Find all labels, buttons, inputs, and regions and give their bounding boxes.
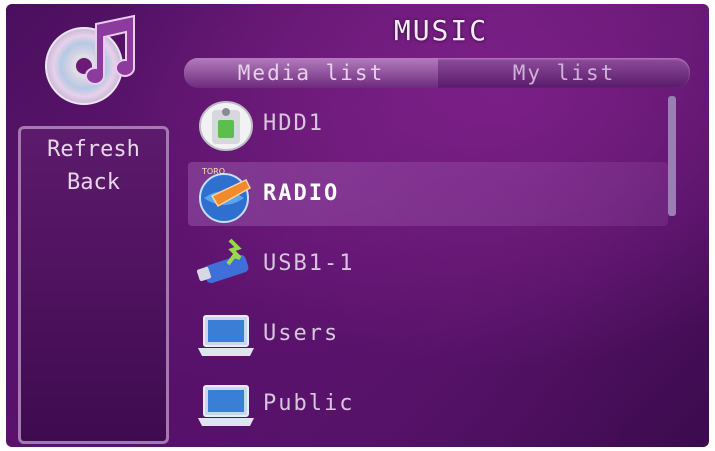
list-item-label: Public xyxy=(263,391,355,416)
list-item-label: HDD1 xyxy=(263,111,324,136)
list-item-users[interactable]: Users xyxy=(188,302,668,366)
list-item-label: Users xyxy=(263,321,340,346)
tab-bar: Media list My list xyxy=(184,58,690,88)
tab-media-list[interactable]: Media list xyxy=(184,58,438,88)
list-scrollbar[interactable] xyxy=(668,96,676,216)
svg-text:TORO: TORO xyxy=(201,167,225,176)
music-app-icon xyxy=(45,14,135,105)
radio-globe-icon: TORO xyxy=(199,167,251,223)
list-item-label: USB1-1 xyxy=(263,251,355,276)
list-item-hdd1[interactable]: HDD1 xyxy=(188,92,668,156)
hdd-icon xyxy=(199,101,253,151)
music-screen: MUSIC Media list My list Refresh Back HD… xyxy=(6,4,709,447)
list-item-usb1-1[interactable]: USB1-1 xyxy=(188,232,668,296)
list-item-radio[interactable]: TORO RADIO xyxy=(188,162,668,226)
refresh-button[interactable]: Refresh xyxy=(21,137,166,162)
page-title: MUSIC xyxy=(393,14,489,47)
media-list: HDD1 TORO RADIO USB1-1 Users Public xyxy=(188,92,668,437)
usb-drive-icon xyxy=(196,238,249,284)
laptop-icon xyxy=(198,315,254,356)
list-item-label: RADIO xyxy=(263,181,340,206)
back-button[interactable]: Back xyxy=(21,170,166,195)
side-menu: Refresh Back xyxy=(18,126,169,444)
list-item-public[interactable]: Public xyxy=(188,372,668,436)
tab-my-list[interactable]: My list xyxy=(438,58,690,88)
laptop-icon xyxy=(198,385,254,426)
